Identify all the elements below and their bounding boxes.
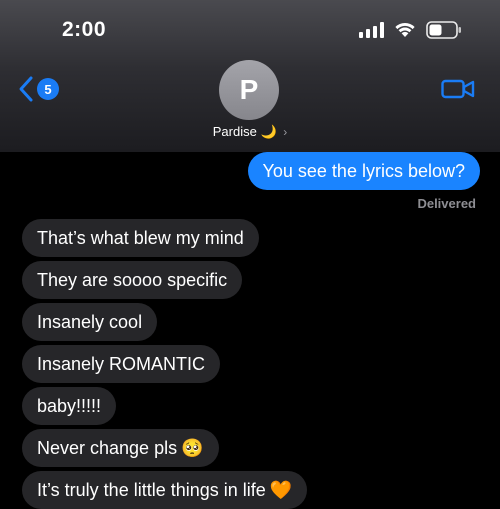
chevron-right-icon: › [283,125,288,139]
message-text: Insanely cool [37,311,143,332]
conversation-header: 2:00 5 P Pardise 🌙 › [0,0,500,152]
message-text: Never change pls [37,437,178,458]
message-text: baby!!!!! [37,395,102,416]
incoming-message-bubble[interactable]: baby!!!!! [22,387,117,425]
back-button[interactable]: 5 [18,74,59,104]
incoming-message-bubble[interactable]: They are soooo specific [22,261,243,299]
message-text: It’s truly the little things in life [37,479,266,500]
unread-count-badge: 5 [37,78,59,100]
status-time: 2:00 [62,18,107,41]
delivered-status: Delivered [417,196,476,211]
outgoing-message-bubble[interactable]: You see the lyrics below? [247,152,480,190]
signal-icon [359,22,384,38]
incoming-message-bubble[interactable]: It’s truly the little things in life 🧡 [22,471,308,509]
contact-avatar[interactable]: P [219,60,279,120]
wifi-icon [395,22,415,37]
incoming-message-bubble[interactable]: Insanely cool [22,303,158,341]
contact-name: Pardise [212,124,257,139]
incoming-message-bubble[interactable]: Insanely ROMANTIC [22,345,221,383]
message-text: Insanely ROMANTIC [37,353,206,374]
video-camera-icon[interactable] [441,78,475,100]
contact-name-row[interactable]: Pardise 🌙 › [0,124,500,140]
avatar-initial: P [239,74,259,105]
status-bar: 2:00 [0,0,500,60]
message-text: That’s what blew my mind [37,227,244,248]
chevron-left-icon [19,76,33,102]
message-text: You see the lyrics below? [262,160,465,181]
message-text: They are soooo specific [37,269,228,290]
battery-icon [426,21,461,39]
pleading-face-emoji: 🥺 [181,437,204,458]
orange-heart-emoji: 🧡 [269,479,293,500]
moon-emoji: 🌙 [260,124,277,139]
message-thread[interactable]: You see the lyrics below? Delivered That… [0,152,500,509]
incoming-message-bubble[interactable]: That’s what blew my mind [22,219,259,257]
incoming-message-bubble[interactable]: Never change pls 🥺 [22,429,219,467]
